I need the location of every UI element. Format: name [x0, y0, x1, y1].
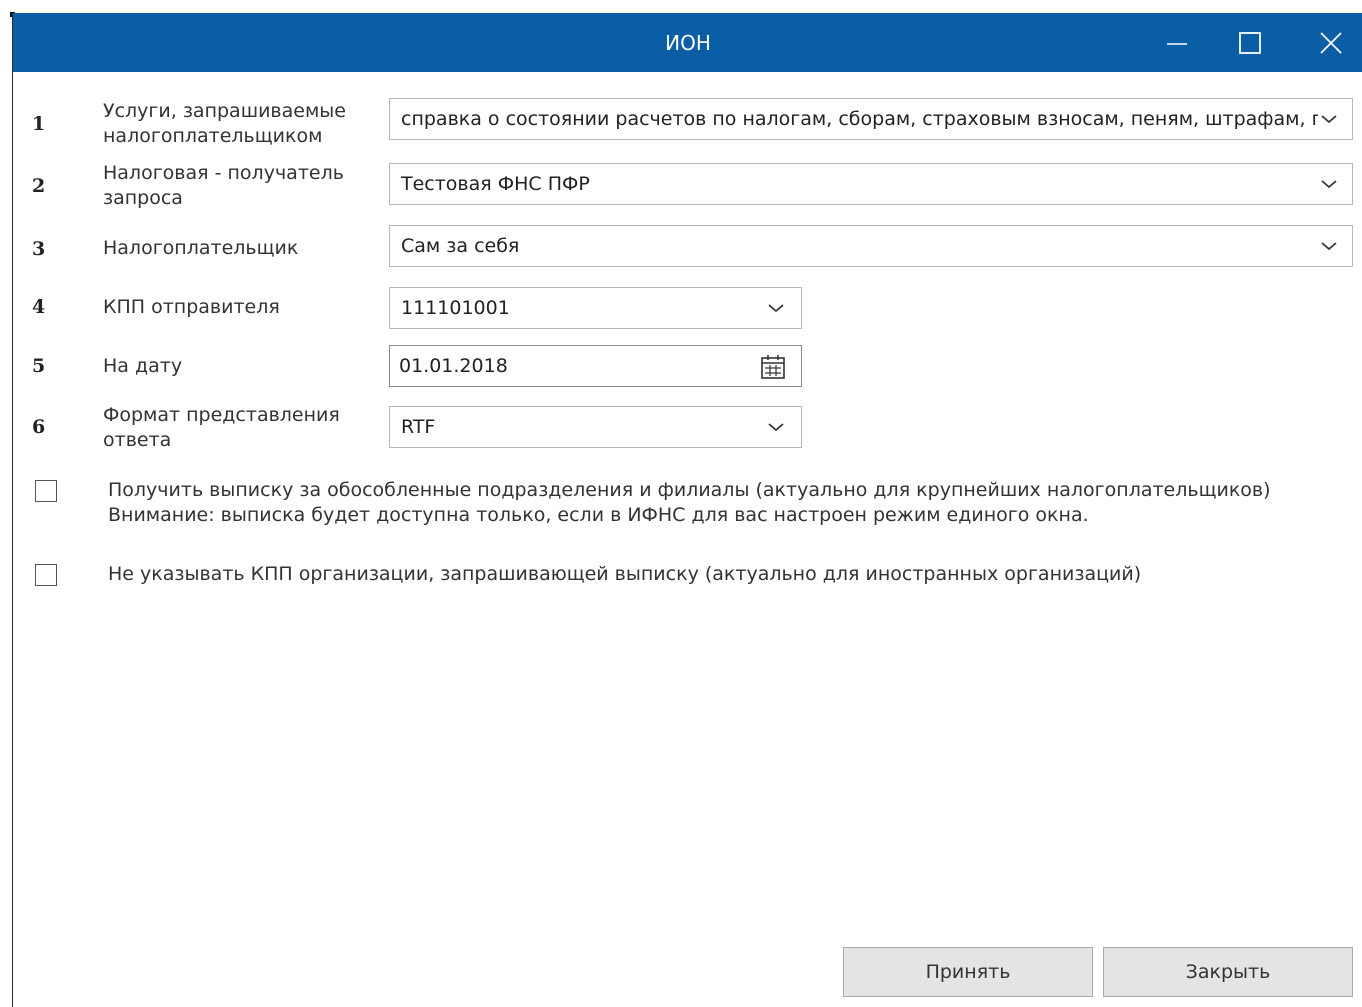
chevron-down-icon: [1321, 242, 1337, 251]
maximize-icon: [1239, 31, 1261, 54]
kpp-select[interactable]: 111101001: [389, 287, 802, 329]
row-number: 6: [32, 416, 46, 438]
taxpayer-select-value: Сам за себя: [401, 235, 520, 257]
services-select[interactable]: справка о состоянии расчетов по налогам,…: [389, 98, 1353, 140]
accept-button[interactable]: Принять: [843, 947, 1093, 997]
services-select-value: справка о состоянии расчетов по налогам,…: [401, 108, 1318, 130]
row-label-tax-office: Налоговая - получатель запроса: [103, 162, 344, 209]
format-select[interactable]: RTF: [389, 406, 802, 448]
row-label-date: На дату: [103, 355, 183, 377]
date-input[interactable]: 01.01.2018: [389, 345, 802, 387]
chevron-down-icon: [768, 423, 784, 432]
omit-kpp-label[interactable]: Не указывать КПП организации, запрашиваю…: [108, 562, 1141, 587]
row-label-services: Услуги, запрашиваемые налогоплательщиком: [103, 100, 346, 147]
kpp-select-value: 111101001: [401, 297, 510, 319]
calendar-icon[interactable]: [759, 353, 787, 381]
format-select-value: RTF: [401, 416, 436, 438]
maximize-button[interactable]: [1222, 13, 1278, 72]
close-icon: [1320, 31, 1342, 54]
row-number: 4: [32, 296, 46, 318]
row-label-kpp: КПП отправителя: [103, 296, 280, 318]
branches-statement-text: Получить выписку за обособленные подразд…: [108, 479, 1271, 501]
row-number: 3: [32, 238, 46, 260]
chevron-down-icon: [1321, 115, 1337, 124]
taxpayer-select[interactable]: Сам за себя: [389, 225, 1353, 267]
chevron-down-icon: [768, 304, 784, 313]
tax-office-select[interactable]: Тестовая ФНС ПФР: [389, 163, 1353, 205]
minimize-icon: [1167, 42, 1187, 45]
row-label-taxpayer: Налогоплательщик: [103, 237, 299, 259]
tax-office-select-value: Тестовая ФНС ПФР: [401, 173, 590, 195]
close-button[interactable]: Закрыть: [1103, 947, 1353, 997]
minimize-button[interactable]: [1149, 13, 1205, 72]
omit-kpp-checkbox[interactable]: [35, 564, 57, 586]
single-window-notice: Внимание: выписка будет доступна только,…: [108, 504, 1089, 526]
ion-dialog-window: ИОН 1 Услуги, запрашиваемые налогоплател…: [12, 13, 1362, 1007]
row-number: 1: [32, 113, 46, 135]
row-number: 2: [32, 175, 46, 197]
row-label-format: Формат представления ответа: [103, 404, 340, 451]
chevron-down-icon: [1321, 180, 1337, 189]
row-number: 5: [32, 355, 46, 377]
close-window-button[interactable]: [1303, 13, 1359, 72]
branches-statement-label[interactable]: Получить выписку за обособленные подразд…: [108, 478, 1271, 528]
branches-statement-checkbox[interactable]: [35, 480, 57, 502]
date-input-value: 01.01.2018: [399, 355, 508, 377]
title-bar[interactable]: ИОН: [13, 13, 1362, 72]
